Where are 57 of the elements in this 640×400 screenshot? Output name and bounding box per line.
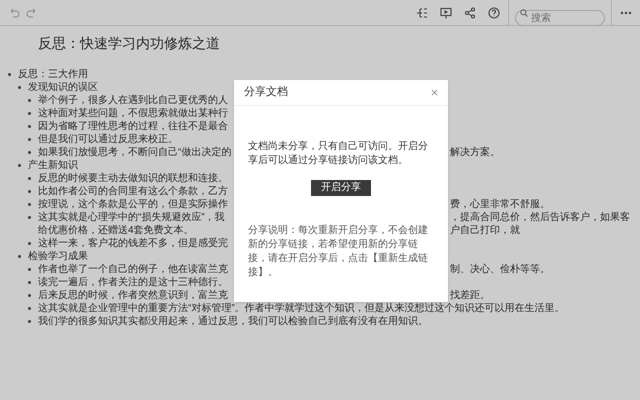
bullet-icon bbox=[28, 112, 31, 115]
outline-text: 反思的时候要主动去做知识的联想和连接。 bbox=[38, 172, 228, 185]
bullet-icon bbox=[28, 190, 31, 193]
outline-text: ，提高合同总价，然后告诉客户，如果客户自己打印，就 bbox=[450, 211, 631, 237]
outline-text: 按理说，这个条款是公平的，但是实际操作 bbox=[38, 198, 228, 211]
outline-text: 这其实就是企业管理中的重要方法“对标管理”。作者中学就学过这个知识，但是从来没想过这个知识还可以用在生活里。 bbox=[38, 302, 565, 315]
bullet-icon bbox=[28, 177, 31, 180]
outline-text: 制、决心、俭朴等等。 bbox=[450, 263, 551, 276]
enable-share-button[interactable]: 开启分享 bbox=[311, 180, 371, 196]
dialog-title: 分享文档 bbox=[244, 84, 288, 100]
outline-text: 因为省略了理性思考的过程，往往不是最合 bbox=[38, 120, 228, 133]
bullet-icon bbox=[28, 281, 31, 284]
bullet-icon bbox=[28, 294, 31, 297]
outline-text: 发现知识的误区 bbox=[28, 81, 98, 94]
bullet-icon bbox=[18, 86, 21, 89]
share-icon[interactable] bbox=[464, 6, 476, 18]
outline-text: 给优惠价格，还赠送4套免费文本。 bbox=[38, 224, 194, 237]
outline-text: 反思：三大作用 bbox=[18, 68, 88, 81]
outline-text: 如果我们放慢思考，不断问自己“做出决定的 bbox=[38, 146, 232, 159]
search-field[interactable]: 搜索 bbox=[515, 10, 605, 26]
bullet-icon bbox=[28, 99, 31, 102]
bullet-icon bbox=[18, 255, 21, 258]
outline-text: 费，心里非常不舒服。 bbox=[450, 198, 551, 211]
presentation-icon[interactable] bbox=[440, 6, 452, 18]
bullet-icon bbox=[28, 151, 31, 154]
search-icon bbox=[520, 8, 528, 16]
share-note: 分享说明：每次重新开启分享，不会创建新的分享链接，若希望使用新的分享链接，请在开启分享后，点击【重新生成链接】。 bbox=[248, 224, 429, 280]
outline-text: 检验学习成果 bbox=[28, 250, 88, 263]
outline-text: 解决方案。 bbox=[450, 146, 501, 159]
bullet-icon bbox=[28, 320, 31, 323]
bullet-icon bbox=[8, 73, 11, 76]
bullet-icon bbox=[28, 307, 31, 310]
outline-text: 后来反思的时候，作者突然意识到，富兰克 bbox=[38, 289, 228, 302]
bullet-icon bbox=[28, 125, 31, 128]
bullet-icon bbox=[28, 203, 31, 206]
outline-text: 举个例子，很多人在遇到比自己更优秀的人 bbox=[38, 94, 228, 107]
outline-text: 找差距。 bbox=[450, 289, 491, 302]
document-title: 反思：快速学习内功修炼之道 bbox=[38, 34, 220, 52]
outline-text: 读完一遍后，作者关注的是这十三种德行。 bbox=[38, 276, 228, 289]
bullet-icon bbox=[28, 268, 31, 271]
help-icon[interactable] bbox=[488, 6, 500, 18]
dialog-message: 文档尚未分享，只有自己可访问。开启分享后可以通过分享链接访问该文档。 bbox=[248, 140, 429, 168]
outline-text: 产生新知识 bbox=[28, 159, 78, 172]
outline-text: 这样一来，客户花的钱差不多，但是感受完 bbox=[38, 237, 228, 250]
bullet-icon bbox=[28, 216, 31, 219]
outline-text: 比如作者公司的合同里有这么个条款，乙方 bbox=[38, 185, 228, 198]
outline-text: 但是我们可以通过反思来校正。 bbox=[38, 133, 178, 146]
outline-text: 这种面对某些问题，不假思索就做出某种行 bbox=[38, 107, 228, 120]
mind-map-icon[interactable] bbox=[416, 6, 428, 18]
close-icon[interactable] bbox=[431, 89, 438, 96]
bullet-icon bbox=[18, 164, 21, 167]
outline-text: 这其实就是心理学中的“损失规避效应”，我 bbox=[38, 211, 225, 224]
more-icon[interactable] bbox=[620, 10, 632, 14]
bullet-icon bbox=[28, 242, 31, 245]
bullet-icon bbox=[28, 138, 31, 141]
outline-text: 我们学的很多知识其实都没用起来，通过反思，我们可以检验自己到底有没有在用知识。 bbox=[38, 315, 428, 328]
outline-text: 作者也举了一个自己的例子，他在读富兰克 bbox=[38, 263, 228, 276]
